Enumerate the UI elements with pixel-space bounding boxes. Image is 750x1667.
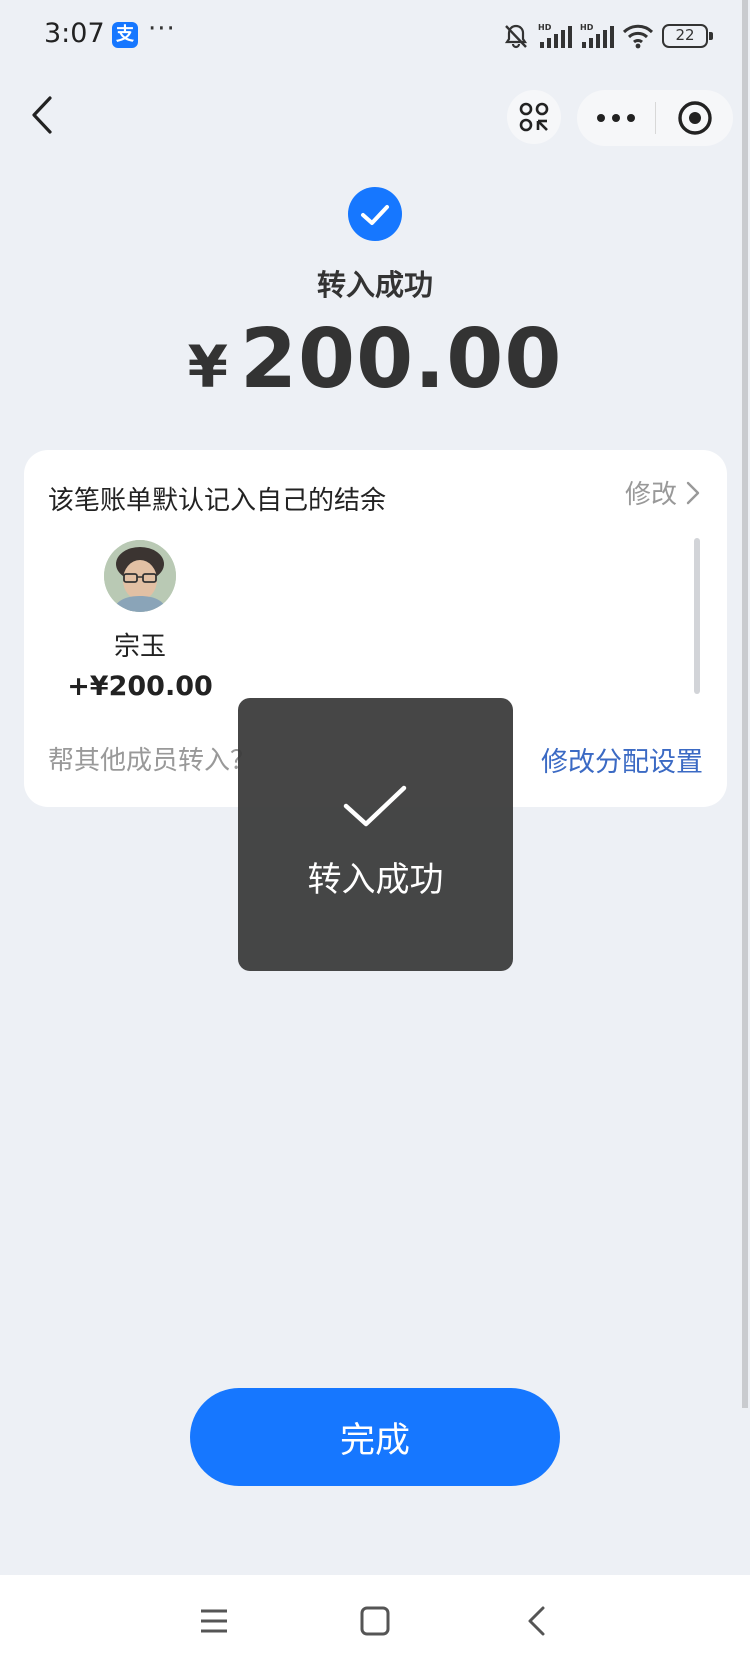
success-toast: 转入成功 xyxy=(238,698,513,971)
allocation-settings-link[interactable]: 修改分配设置 xyxy=(541,740,703,779)
status-bar: 3:07 支 ··· HD HD 22 xyxy=(0,0,750,72)
card-title: 该笔账单默认记入自己的结余 xyxy=(48,486,387,516)
amount-display: ¥ 200.00 xyxy=(0,312,750,412)
capsule-menu xyxy=(577,90,733,146)
card-scrollbar[interactable] xyxy=(694,538,700,694)
home-square-icon xyxy=(360,1606,390,1636)
more-button[interactable] xyxy=(577,90,655,146)
edit-label: 修改 xyxy=(624,480,677,510)
success-title: 转入成功 xyxy=(316,268,433,302)
status-icons: HD HD 22 xyxy=(502,20,713,52)
svg-text:HD: HD xyxy=(538,23,552,32)
toast-text: 转入成功 xyxy=(307,860,444,900)
mini-program-button[interactable] xyxy=(507,90,561,144)
svg-text:HD: HD xyxy=(580,23,594,32)
chevron-left-icon xyxy=(32,96,52,134)
close-button[interactable] xyxy=(656,90,733,146)
system-back-button[interactable] xyxy=(512,1597,560,1645)
success-check-icon xyxy=(348,187,402,241)
avatar-photo-icon xyxy=(104,540,176,612)
status-time: 3:07 xyxy=(44,18,105,49)
edit-button[interactable]: 修改 xyxy=(625,474,701,511)
signal-hd-icon: HD xyxy=(538,23,572,48)
target-close-icon xyxy=(677,101,712,135)
back-button[interactable] xyxy=(24,92,64,138)
member-amount: +¥200.00 xyxy=(67,671,213,702)
battery-icon: 22 xyxy=(662,24,713,48)
wifi-icon xyxy=(622,24,654,49)
help-others-link[interactable]: 帮其他成员转入？ xyxy=(48,740,256,777)
toast-check-icon xyxy=(343,785,407,827)
alipay-icon: 支 xyxy=(112,22,138,48)
member-item[interactable]: 宗玉 +¥200.00 xyxy=(60,540,220,702)
system-home-button[interactable] xyxy=(351,1597,399,1645)
menu-icon xyxy=(201,1609,227,1633)
amount-value: 200.00 xyxy=(239,312,563,407)
done-button[interactable]: 完成 xyxy=(190,1388,560,1486)
more-dots-icon xyxy=(597,114,635,122)
system-nav-bar xyxy=(0,1575,750,1667)
mini-program-icon xyxy=(519,102,549,132)
page-scrollbar[interactable] xyxy=(742,0,748,1408)
notification-more-icon: ··· xyxy=(148,14,176,44)
mute-bell-icon xyxy=(504,24,528,49)
chevron-right-icon xyxy=(686,481,700,504)
avatar xyxy=(104,540,176,612)
back-chevron-icon xyxy=(528,1606,545,1636)
member-name: 宗玉 xyxy=(113,632,166,662)
amount-currency: ¥ xyxy=(187,333,228,401)
signal-hd-2-icon: HD xyxy=(580,23,614,48)
system-menu-button[interactable] xyxy=(190,1597,238,1645)
